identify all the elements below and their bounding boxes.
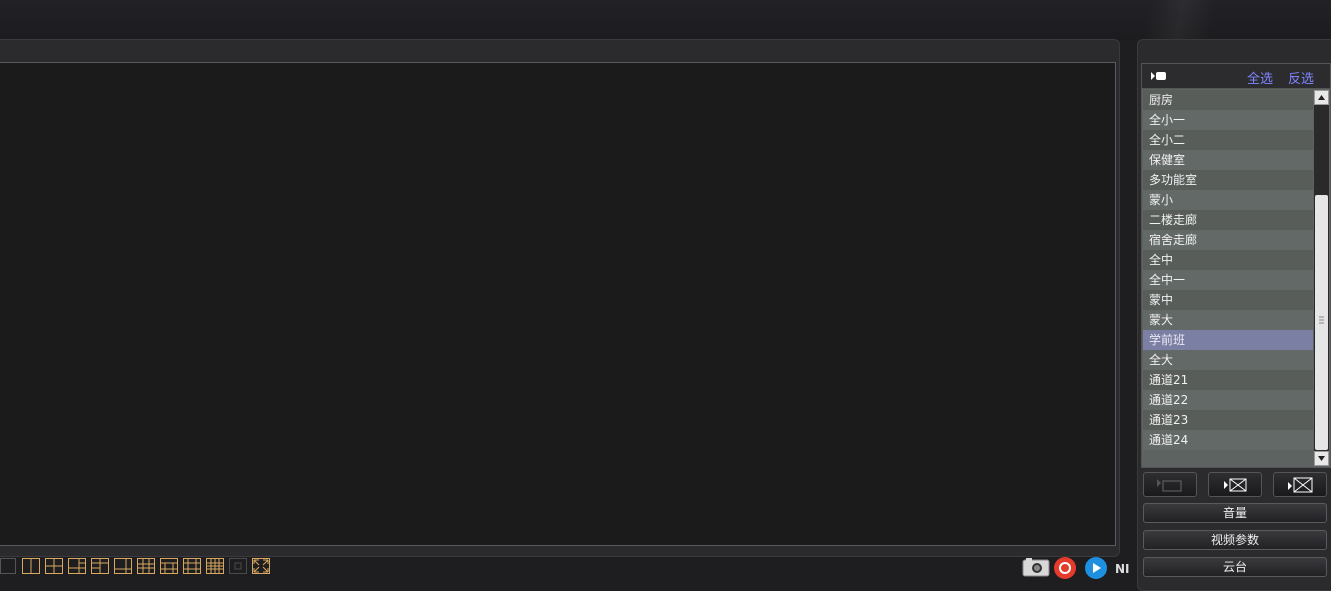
channel-item[interactable]: 蒙小 <box>1143 190 1313 210</box>
camera-icon <box>1151 72 1166 80</box>
channel-item[interactable]: 全大 <box>1143 350 1313 370</box>
layout-4-icon[interactable] <box>45 558 63 574</box>
channel-item[interactable]: 保健室 <box>1143 150 1313 170</box>
channel-action-buttons <box>1143 472 1327 497</box>
channel-item[interactable]: 多功能室 <box>1143 170 1313 190</box>
channel-item[interactable]: 全小二 <box>1143 130 1313 150</box>
channel-item[interactable]: 通道23 <box>1143 410 1313 430</box>
play-icon[interactable] <box>1084 556 1108 579</box>
channel-item[interactable]: 全小一 <box>1143 110 1313 130</box>
layout-bar <box>0 555 275 577</box>
select-all-link[interactable]: 全选 <box>1247 68 1273 87</box>
channel-item[interactable]: 通道24 <box>1143 430 1313 450</box>
volume-button[interactable]: 音量 <box>1143 503 1327 523</box>
invert-select-link[interactable]: 反选 <box>1288 68 1314 87</box>
channel-item[interactable]: 厨房 <box>1143 90 1313 110</box>
scroll-up-button[interactable] <box>1314 90 1329 105</box>
channel-item[interactable]: 学前班 <box>1143 330 1313 350</box>
scrollbar[interactable] <box>1314 90 1329 466</box>
layout-1-icon[interactable] <box>0 558 16 574</box>
channel-list: 厨房 全小一 全小二 保健室 多功能室 蒙小 二楼走廊 宿舍走廊 全中 全中一 蒙中 蒙大 学前班 全大通… <box>1141 88 1331 468</box>
layout-13-icon[interactable] <box>137 558 155 574</box>
top-bar <box>0 0 1331 40</box>
logo-fragment: NI <box>1115 562 1130 576</box>
scroll-thumb[interactable] <box>1315 195 1328 450</box>
record-icon[interactable] <box>1053 556 1077 579</box>
camera-close-icon <box>1224 478 1247 491</box>
layout-9-icon[interactable] <box>114 558 132 574</box>
video-display[interactable] <box>0 62 1116 546</box>
fullscreen-icon[interactable] <box>252 558 270 574</box>
channel-item[interactable]: 蒙大 <box>1143 310 1313 330</box>
layout-8-icon[interactable] <box>91 558 109 574</box>
video-params-button[interactable]: 视频参数 <box>1143 530 1327 550</box>
channel-item[interactable]: 通道22 <box>1143 390 1313 410</box>
snapshot-icon[interactable] <box>1022 556 1050 578</box>
channel-list-header: 全选 反选 <box>1141 63 1331 88</box>
ptz-button[interactable]: 云台 <box>1143 557 1327 577</box>
close-all-channels-button[interactable] <box>1273 472 1327 497</box>
channel-item[interactable]: 通道21 <box>1143 370 1313 390</box>
close-channel-button[interactable] <box>1208 472 1262 497</box>
camera-close-all-icon <box>1288 477 1313 492</box>
channel-item[interactable]: 蒙中 <box>1143 290 1313 310</box>
channel-list-items: 厨房 全小一 全小二 保健室 多功能室 蒙小 二楼走廊 宿舍走廊 全中 全中一 蒙中 蒙大 学前班 全大通… <box>1143 90 1313 450</box>
glare <box>1100 0 1260 40</box>
open-channel-button[interactable] <box>1143 472 1197 497</box>
layout-36-icon[interactable] <box>206 558 224 574</box>
layout-2-icon[interactable] <box>22 558 40 574</box>
scroll-down-button[interactable] <box>1314 451 1329 466</box>
channel-item[interactable]: 全中 <box>1143 250 1313 270</box>
channel-item[interactable]: 全中一 <box>1143 270 1313 290</box>
camera-open-icon <box>1157 478 1182 491</box>
layout-16-icon[interactable] <box>160 558 178 574</box>
layout-25-icon[interactable] <box>183 558 201 574</box>
control-buttons <box>1022 555 1115 579</box>
channel-item[interactable]: 二楼走廊 <box>1143 210 1313 230</box>
layout-6-icon[interactable] <box>68 558 86 574</box>
single-view-icon[interactable] <box>229 558 247 574</box>
channel-item[interactable]: 宿舍走廊 <box>1143 230 1313 250</box>
